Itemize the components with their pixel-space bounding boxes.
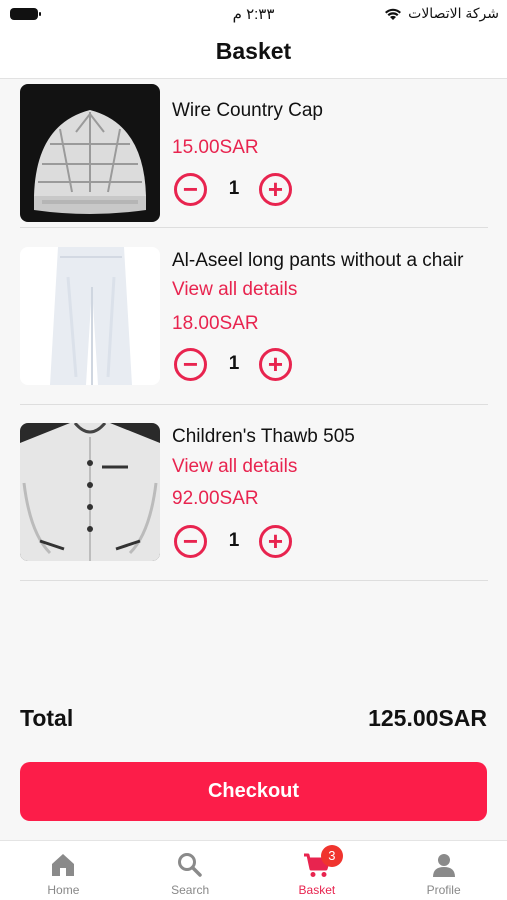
carrier-info: شركة الاتصالات — [384, 5, 499, 22]
wifi-icon — [385, 8, 402, 20]
total-value: 125.00SAR — [368, 705, 487, 731]
quantity-value: 1 — [228, 353, 240, 374]
increase-button[interactable]: + — [259, 173, 292, 206]
view-details-link[interactable]: View all details — [172, 279, 297, 301]
header: Basket — [0, 30, 507, 79]
increase-button[interactable]: + — [259, 525, 292, 558]
tab-label: Home — [47, 883, 80, 897]
tab-label: Profile — [426, 883, 461, 897]
plus-icon: + — [267, 525, 284, 556]
quantity-value: 1 — [228, 530, 240, 551]
decrease-button[interactable]: − — [174, 173, 207, 206]
product-image-pants[interactable] — [20, 247, 160, 385]
minus-icon: − — [182, 525, 199, 556]
tab-profile[interactable]: Profile — [380, 841, 507, 900]
tab-label: Basket — [298, 883, 336, 897]
tab-home[interactable]: Home — [0, 841, 127, 900]
cart-count-badge: 3 — [320, 845, 343, 867]
basket-item: Children's Thawb 505 View all details 92… — [20, 405, 488, 581]
item-name: Al-Aseel long pants without a chair — [172, 250, 464, 271]
search-icon — [176, 851, 204, 879]
quantity-stepper: − 1 + — [174, 173, 294, 207]
basket-item: Wire Country Cap 15.00SAR − 1 + — [20, 80, 488, 228]
status-bar: ٢:٣٣ م شركة الاتصالات — [0, 0, 507, 30]
minus-icon: − — [182, 173, 199, 204]
item-name: Wire Country Cap — [172, 100, 323, 121]
tab-search[interactable]: Search — [127, 841, 254, 900]
quantity-value: 1 — [228, 178, 240, 199]
tab-bar: Home Search 3 Basket Profile — [0, 840, 507, 900]
home-icon — [49, 851, 77, 879]
plus-icon: + — [267, 173, 284, 204]
increase-button[interactable]: + — [259, 348, 292, 381]
item-price: 15.00SAR — [172, 137, 259, 158]
view-details-link[interactable]: View all details — [172, 456, 297, 478]
product-image-thawb[interactable] — [20, 423, 160, 561]
cart-icon: 3 — [303, 845, 343, 879]
carrier-name: شركة الاتصالات — [408, 5, 499, 21]
decrease-button[interactable]: − — [174, 348, 207, 381]
plus-icon: + — [267, 348, 284, 379]
item-price: 92.00SAR — [172, 488, 259, 509]
product-image-cap[interactable] — [20, 84, 160, 222]
basket-item: Al-Aseel long pants without a chair View… — [20, 228, 488, 405]
minus-icon: − — [182, 348, 199, 379]
quantity-stepper: − 1 + — [174, 348, 294, 382]
decrease-button[interactable]: − — [174, 525, 207, 558]
tab-basket[interactable]: 3 Basket — [254, 841, 381, 900]
quantity-stepper: − 1 + — [174, 525, 294, 559]
checkout-button[interactable]: Checkout — [20, 762, 487, 821]
item-name: Children's Thawb 505 — [172, 426, 355, 447]
profile-icon — [430, 851, 458, 879]
item-price: 18.00SAR — [172, 313, 259, 334]
tab-label: Search — [171, 883, 210, 897]
total-label: Total — [20, 705, 74, 731]
page-title: Basket — [215, 38, 292, 64]
